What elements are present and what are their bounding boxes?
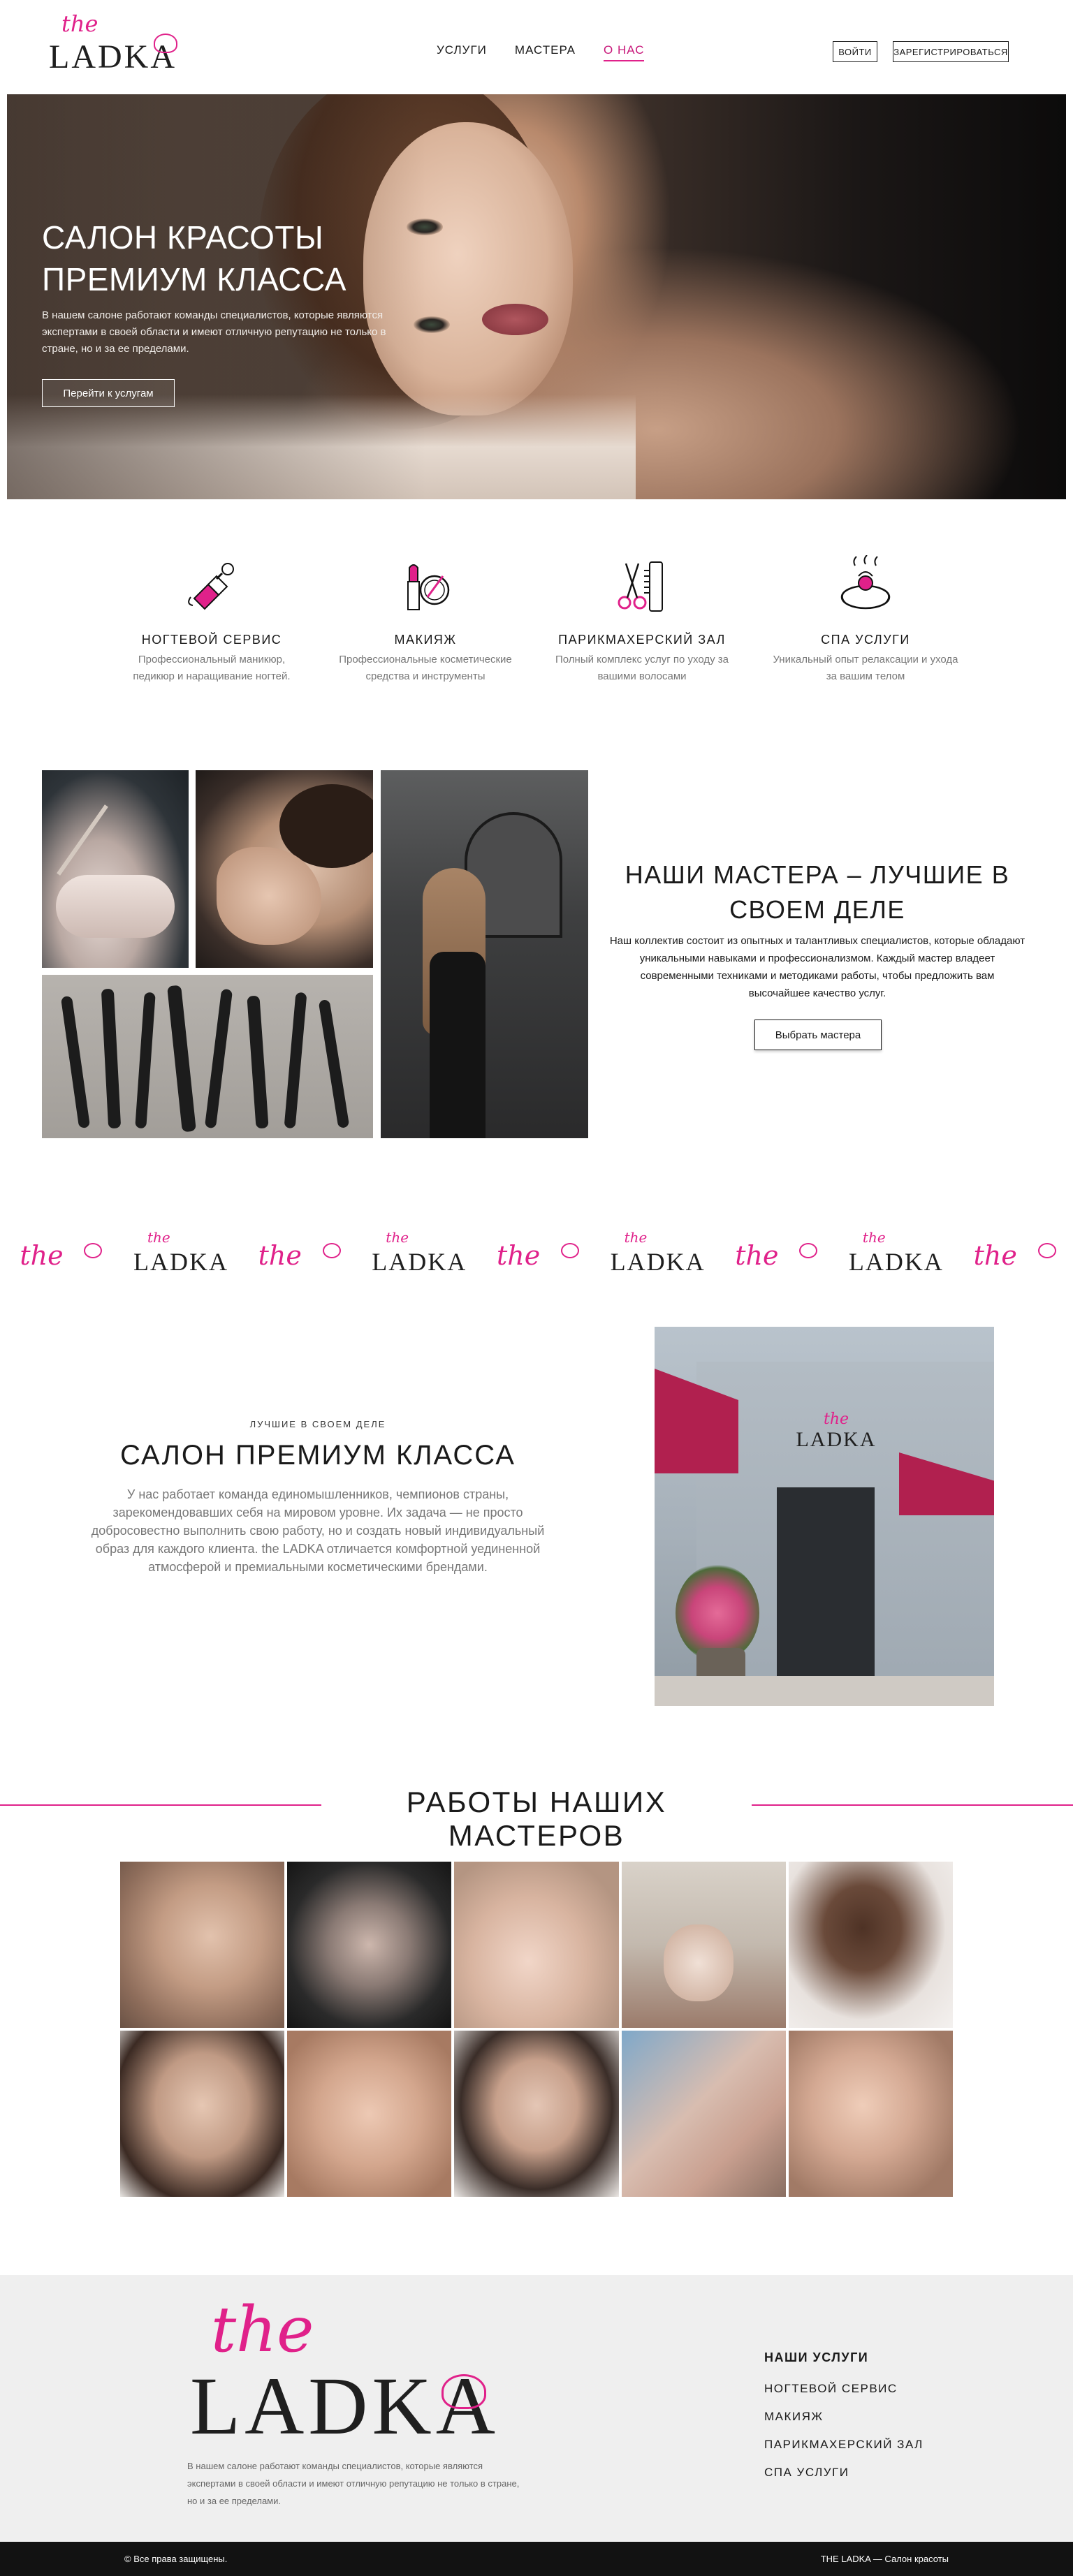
- service-title: СПА УСЛУГИ: [821, 633, 910, 647]
- brand-logo[interactable]: the LADKA: [49, 13, 178, 75]
- makeup-icon: [407, 564, 450, 610]
- marquee-logo: the: [14, 1229, 105, 1278]
- marquee-logo: the LADKA: [610, 1229, 706, 1276]
- footer-link-makeup[interactable]: МАКИЯЖ: [764, 2403, 924, 2431]
- footer-nav: НАШИ УСЛУГИ НОГТЕВОЙ СЕРВИС МАКИЯЖ ПАРИК…: [764, 2350, 924, 2487]
- service-description: Уникальный опыт релаксации и ухода за ва…: [773, 654, 958, 682]
- photo-salon-building: the LADKA: [655, 1327, 994, 1706]
- service-title: МАКИЯЖ: [394, 633, 457, 647]
- service-description: Профессиональные косметические средства …: [339, 654, 512, 682]
- service-card-spa[interactable]: СПА УСЛУГИ Уникальный опыт релаксации и …: [771, 554, 960, 685]
- gallery-photo[interactable]: [120, 1862, 285, 2028]
- marquee-logo: the: [968, 1229, 1059, 1278]
- nav-link-masters[interactable]: МАСТЕРА: [515, 43, 576, 61]
- footer-link-nails[interactable]: НОГТЕВОЙ СЕРВИС: [764, 2375, 924, 2403]
- nail-polish-icon: [188, 563, 234, 610]
- gallery-photo[interactable]: [788, 1862, 953, 2028]
- premium-kicker: ЛУЧШИЕ В СВОЕМ ДЕЛЕ: [249, 1419, 386, 1429]
- gallery-photo[interactable]: [287, 1862, 452, 2028]
- site-header: the LADKA УСЛУГИ МАСТЕРА О НАС ВОЙТИ ЗАР…: [0, 0, 1073, 94]
- service-card-hair[interactable]: ПАРИКМАХЕРСКИЙ ЗАЛ Полный комплекс услуг…: [548, 555, 736, 685]
- copyright: © Все права защищены.: [124, 2554, 228, 2564]
- service-title: ПАРИКМАХЕРСКИЙ ЗАЛ: [558, 633, 726, 647]
- login-button[interactable]: ВОЙТИ: [833, 41, 877, 62]
- choose-master-button[interactable]: Выбрать мастера: [754, 1020, 882, 1050]
- register-button[interactable]: ЗАРЕГИСТРИРОВАТЬСЯ: [893, 41, 1009, 62]
- marquee-logo: the LADKA: [372, 1229, 467, 1276]
- premium-title: САЛОН ПРЕМИУМ КЛАССА: [120, 1440, 516, 1471]
- gallery-photo[interactable]: [788, 2031, 953, 2197]
- works-divider-left: [0, 1804, 321, 1806]
- footer-tagline: THE LADKA — Салон красоты: [820, 2554, 949, 2564]
- marquee-logo: the LADKA: [133, 1229, 228, 1276]
- footer-logo[interactable]: the LADKA: [190, 2299, 497, 2459]
- footer-link-spa[interactable]: СПА УСЛУГИ: [764, 2459, 924, 2487]
- gallery-photo[interactable]: [621, 2031, 786, 2197]
- works-title: РАБОТЫ НАШИХ МАСТЕРОВ: [321, 1786, 752, 1853]
- premium-text: У нас работает команда единомышленников,…: [91, 1487, 545, 1574]
- logo-script-text: the: [61, 10, 98, 37]
- marquee-logo: the: [253, 1229, 344, 1278]
- marquee-logo: the: [491, 1229, 582, 1278]
- nav-link-services[interactable]: УСЛУГИ: [437, 43, 487, 61]
- bottom-bar: © Все права защищены. THE LADKA — Салон …: [0, 2542, 1073, 2576]
- hero-photo-lips: [482, 304, 548, 335]
- gallery-photo[interactable]: [454, 1862, 619, 2028]
- service-description: Полный комплекс услуг по уходу за вашими…: [555, 654, 729, 682]
- gallery-photo[interactable]: [120, 2031, 285, 2197]
- photo-brushes: [42, 975, 373, 1138]
- building-sign: the LADKA: [796, 1411, 877, 1451]
- works-divider-right: [752, 1804, 1073, 1806]
- service-card-nails[interactable]: НОГТЕВОЙ СЕРВИС Профессиональный маникюр…: [117, 555, 306, 685]
- gallery-photo[interactable]: [621, 1862, 786, 2028]
- logo-heart-icon: [154, 34, 177, 53]
- spa-icon: [840, 554, 891, 610]
- footer-link-hair[interactable]: ПАРИКМАХЕРСКИЙ ЗАЛ: [764, 2431, 924, 2459]
- hero-banner: САЛОН КРАСОТЫ ПРЕМИУМ КЛАССА В нашем сал…: [7, 94, 1066, 499]
- photo-manicure: [42, 770, 189, 968]
- masters-title: НАШИ МАСТЕРА – ЛУЧШИЕ В СВОЕМ ДЕЛЕ: [625, 860, 1010, 924]
- hero-text: В нашем салоне работают команды специали…: [42, 309, 386, 355]
- marquee-logo: the: [729, 1229, 820, 1278]
- gallery-photo[interactable]: [454, 2031, 619, 2197]
- masters-text: Наш коллектив состоит из опытных и талан…: [609, 935, 1025, 999]
- footer-logo-script: the: [211, 2293, 314, 2367]
- go-to-services-button[interactable]: Перейти к услугам: [42, 379, 175, 407]
- marquee-logo: the LADKA: [848, 1229, 944, 1276]
- footer-nav-title: НАШИ УСЛУГИ: [764, 2350, 869, 2364]
- main-nav: УСЛУГИ МАСТЕРА О НАС: [437, 43, 645, 61]
- hero-title: САЛОН КРАСОТЫ ПРЕМИУМ КЛАССА: [42, 219, 346, 297]
- nav-link-about[interactable]: О НАС: [604, 43, 645, 61]
- service-description: Профессиональный маникюр, педикюр и нара…: [133, 654, 291, 682]
- service-card-makeup[interactable]: МАКИЯЖ Профессиональные косметические ср…: [331, 555, 520, 685]
- footer-logo-heart-icon: [441, 2374, 486, 2409]
- works-gallery: [120, 1862, 953, 2197]
- photo-hairdresser: [381, 770, 588, 1138]
- service-title: НОГТЕВОЙ СЕРВИС: [141, 633, 282, 647]
- photo-makeup-artist: [196, 770, 373, 968]
- brand-marquee: the the LADKA the the LADKA the the LADKA t…: [0, 1226, 1073, 1281]
- gallery-photo[interactable]: [287, 2031, 452, 2197]
- footer-text: В нашем салоне работают команды специали…: [187, 2461, 520, 2506]
- scissors-comb-icon: [618, 561, 663, 612]
